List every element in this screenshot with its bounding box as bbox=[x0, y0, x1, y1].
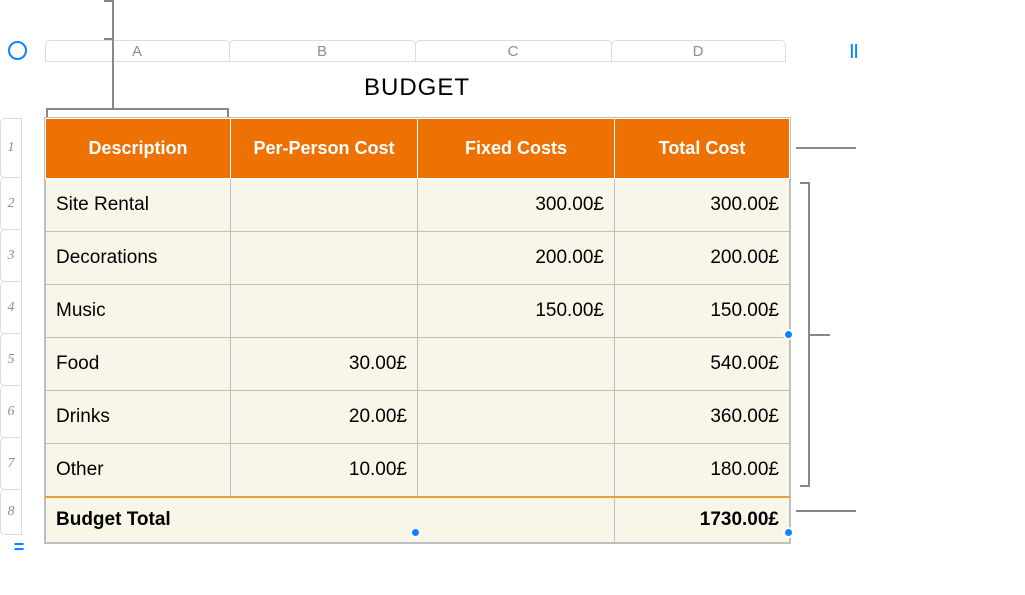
footer-total[interactable]: 1730.00£ bbox=[615, 497, 790, 543]
cell-desc[interactable]: Decorations bbox=[46, 232, 231, 285]
table-row: Other 10.00£ 180.00£ bbox=[46, 444, 790, 497]
row-header-2[interactable]: 2 bbox=[0, 177, 22, 230]
cell-desc[interactable]: Drinks bbox=[46, 391, 231, 444]
column-header-B[interactable]: B bbox=[229, 40, 416, 62]
cell-per-person[interactable] bbox=[231, 285, 418, 338]
cell-desc[interactable]: Food bbox=[46, 338, 231, 391]
callout-body-rows bbox=[808, 182, 810, 487]
column-header-C[interactable]: C bbox=[415, 40, 612, 62]
header-total[interactable]: Total Cost bbox=[615, 119, 790, 179]
header-per-person[interactable]: Per-Person Cost bbox=[231, 119, 418, 179]
cell-fixed[interactable] bbox=[418, 444, 615, 497]
header-fixed[interactable]: Fixed Costs bbox=[418, 119, 615, 179]
cell-per-person[interactable]: 20.00£ bbox=[231, 391, 418, 444]
row-header-5[interactable]: 5 bbox=[0, 333, 22, 386]
cell-fixed[interactable] bbox=[418, 338, 615, 391]
cell-per-person[interactable]: 10.00£ bbox=[231, 444, 418, 497]
row-header-4[interactable]: 4 bbox=[0, 281, 22, 334]
formula-equals-button[interactable]: = bbox=[8, 536, 30, 558]
row-header-1[interactable]: 1 bbox=[0, 118, 22, 178]
budget-table: Description Per-Person Cost Fixed Costs … bbox=[45, 118, 790, 543]
row-header-6[interactable]: 6 bbox=[0, 385, 22, 438]
cell-total[interactable]: 150.00£ bbox=[615, 285, 790, 338]
column-header-D[interactable]: D bbox=[611, 40, 786, 62]
cell-fixed[interactable]: 200.00£ bbox=[418, 232, 615, 285]
table-title[interactable]: BUDGET bbox=[45, 74, 789, 102]
header-row: Description Per-Person Cost Fixed Costs … bbox=[46, 119, 790, 179]
selection-handle[interactable] bbox=[410, 527, 421, 538]
callout-header-row bbox=[796, 147, 856, 149]
table-row: Site Rental 300.00£ 300.00£ bbox=[46, 179, 790, 232]
callout-footer-row bbox=[796, 510, 856, 512]
callout-header-column bbox=[46, 108, 229, 110]
header-description[interactable]: Description bbox=[46, 119, 231, 179]
callout-top bbox=[112, 0, 114, 40]
cell-total[interactable]: 180.00£ bbox=[615, 444, 790, 497]
cell-desc[interactable]: Site Rental bbox=[46, 179, 231, 232]
cell-fixed[interactable]: 300.00£ bbox=[418, 179, 615, 232]
footer-label[interactable]: Budget Total bbox=[46, 497, 615, 543]
cell-fixed[interactable] bbox=[418, 391, 615, 444]
cell-total[interactable]: 360.00£ bbox=[615, 391, 790, 444]
cell-total[interactable]: 300.00£ bbox=[615, 179, 790, 232]
add-columns-handle[interactable]: || bbox=[843, 39, 865, 61]
selection-handle[interactable] bbox=[783, 527, 794, 538]
table-row: Food 30.00£ 540.00£ bbox=[46, 338, 790, 391]
cell-total[interactable]: 200.00£ bbox=[615, 232, 790, 285]
cell-desc[interactable]: Music bbox=[46, 285, 231, 338]
table-row: Music 150.00£ 150.00£ bbox=[46, 285, 790, 338]
table-row: Decorations 200.00£ 200.00£ bbox=[46, 232, 790, 285]
row-header-7[interactable]: 7 bbox=[0, 437, 22, 490]
row-header-8[interactable]: 8 bbox=[0, 489, 22, 535]
column-header-A[interactable]: A bbox=[45, 40, 230, 62]
row-header-3[interactable]: 3 bbox=[0, 229, 22, 282]
table-row: Drinks 20.00£ 360.00£ bbox=[46, 391, 790, 444]
cell-per-person[interactable] bbox=[231, 179, 418, 232]
select-all-handle[interactable] bbox=[8, 41, 27, 60]
cell-fixed[interactable]: 150.00£ bbox=[418, 285, 615, 338]
cell-desc[interactable]: Other bbox=[46, 444, 231, 497]
cell-per-person[interactable] bbox=[231, 232, 418, 285]
cell-per-person[interactable]: 30.00£ bbox=[231, 338, 418, 391]
cell-total[interactable]: 540.00£ bbox=[615, 338, 790, 391]
selection-handle[interactable] bbox=[783, 329, 794, 340]
